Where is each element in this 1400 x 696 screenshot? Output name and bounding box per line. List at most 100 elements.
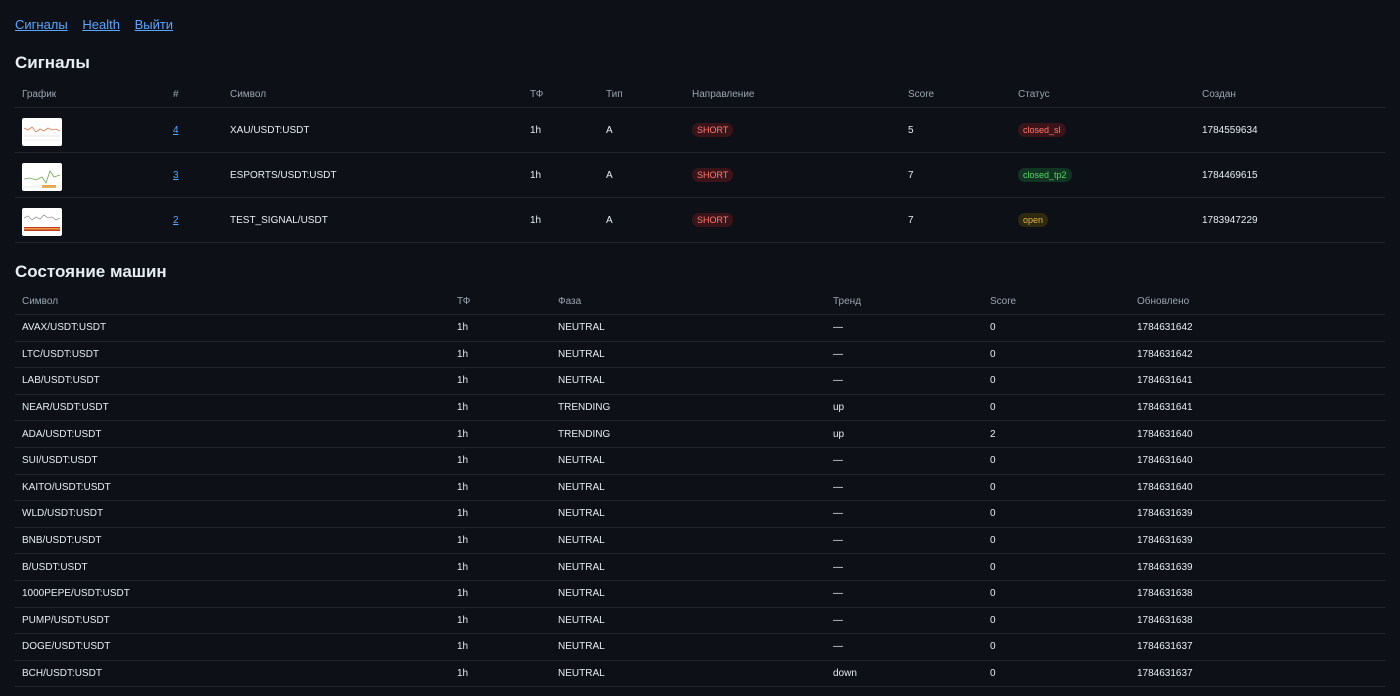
state-updated: 1784631637 [1130,633,1385,661]
state-updated: 1784631638 [1130,607,1385,635]
state-phase: NEUTRAL [551,633,826,661]
state-row: BNB/USDT:USDT 1h NEUTRAL —0 1784631639 [15,527,1385,555]
signal-id-link[interactable]: 2 [173,215,179,226]
signal-score: 7 [901,197,1011,243]
signal-tf: 1h [523,152,599,198]
state-updated: 1784631641 [1130,367,1385,395]
state-score: 0 [983,474,1130,502]
signal-score: 7 [901,152,1011,198]
state-trend: — [826,474,983,502]
chart-thumbnail-image [23,125,61,140]
state-updated: 1784631638 [1130,580,1385,608]
machines-state-table: Символ ТФ Фаза Тренд Score Обновлено AVA… [15,285,1385,688]
state-updated: 1784631640 [1130,447,1385,475]
col-chart: График [15,76,166,108]
state-updated: 1784631639 [1130,500,1385,528]
nav-link-signals[interactable]: Сигналы [15,17,68,32]
direction-badge: SHORT [692,123,734,137]
chart-thumbnail-image [23,169,61,188]
signal-row: 2 TEST_SIGNAL/USDT 1h A SHORT 7 open 178… [15,197,1385,243]
state-tf: 1h [450,633,551,661]
state-symbol: LAB/USDT:USDT [15,367,450,395]
signal-id-link[interactable]: 3 [173,170,179,181]
state-score: 0 [983,367,1130,395]
state-symbol: 1000PEPE/USDT:USDT [15,580,450,608]
signals-table: График # Символ ТФ Тип Направление Score… [15,76,1385,243]
state-tf: 1h [450,553,551,581]
state-updated: 1784631639 [1130,527,1385,555]
signal-type: A [599,152,685,198]
col-type: Тип [599,76,685,108]
state-symbol: BCH/USDT:USDT [15,660,450,688]
state-tf: 1h [450,527,551,555]
signal-score: 5 [901,107,1011,153]
signal-id-link[interactable]: 4 [173,125,179,136]
state-row: DOGE/USDT:USDT 1h NEUTRAL —0 1784631637 [15,633,1385,661]
state-score: 0 [983,607,1130,635]
state-score: 0 [983,500,1130,528]
state-row: KAITO/USDT:USDT 1h NEUTRAL —0 1784631640 [15,474,1385,502]
state-score: 0 [983,660,1130,688]
state-phase: NEUTRAL [551,553,826,581]
state-row: PUMP/USDT:USDT 1h NEUTRAL —0 1784631638 [15,607,1385,635]
col-updated: Обновлено [1130,285,1385,315]
state-trend: — [826,447,983,475]
signal-created: 1784559634 [1195,107,1385,153]
state-trend: up [826,420,983,448]
direction-badge: SHORT [692,213,734,227]
col-tf: ТФ [523,76,599,108]
state-tf: 1h [450,314,551,342]
state-trend: — [826,500,983,528]
state-phase: NEUTRAL [551,607,826,635]
state-trend: — [826,633,983,661]
state-updated: 1784631642 [1130,341,1385,369]
state-symbol: PUMP/USDT:USDT [15,607,450,635]
chart-thumbnail[interactable] [22,207,62,236]
state-score: 0 [983,527,1130,555]
state-phase: NEUTRAL [551,500,826,528]
chart-thumbnail[interactable] [22,162,62,191]
signal-created: 1784469615 [1195,152,1385,198]
state-updated: 1784631642 [1130,314,1385,342]
state-trend: up [826,394,983,422]
state-updated: 1784631637 [1130,660,1385,688]
state-score: 0 [983,314,1130,342]
state-tf: 1h [450,447,551,475]
col-direction: Направление [685,76,901,108]
state-trend: — [826,527,983,555]
chart-thumbnail-image [23,213,61,231]
col-id: # [166,76,223,108]
state-phase: NEUTRAL [551,314,826,342]
state-row: BCH/USDT:USDT 1h NEUTRAL down 0 1784631637 [15,660,1385,688]
state-row: AVAX/USDT:USDT 1h NEUTRAL —0 1784631642 [15,314,1385,342]
signal-symbol: ESPORTS/USDT:USDT [223,152,523,198]
state-trend: — [826,314,983,342]
col-phase: Фаза [551,285,826,315]
state-symbol: WLD/USDT:USDT [15,500,450,528]
state-symbol: BNB/USDT:USDT [15,527,450,555]
state-tf: 1h [450,580,551,608]
state-header-row: Символ ТФ Фаза Тренд Score Обновлено [15,285,1385,315]
state-trend: down [826,660,983,688]
state-score: 0 [983,341,1130,369]
chart-thumbnail[interactable] [22,117,62,146]
state-symbol: NEAR/USDT:USDT [15,394,450,422]
state-trend: — [826,553,983,581]
state-phase: NEUTRAL [551,367,826,395]
state-tf: 1h [450,474,551,502]
col-tf: ТФ [450,285,551,315]
state-trend: — [826,580,983,608]
state-phase: NEUTRAL [551,580,826,608]
signals-header-row: График # Символ ТФ Тип Направление Score… [15,76,1385,108]
state-row: NEAR/USDT:USDT 1h TRENDING up 0 1784631641 [15,394,1385,422]
state-tf: 1h [450,500,551,528]
col-symbol: Символ [15,285,450,315]
state-tf: 1h [450,394,551,422]
state-tf: 1h [450,660,551,688]
col-created: Создан [1195,76,1385,108]
state-score: 0 [983,580,1130,608]
nav-link-logout[interactable]: Выйти [135,17,174,32]
state-updated: 1784631640 [1130,474,1385,502]
signal-symbol: XAU/USDT:USDT [223,107,523,153]
nav-link-health[interactable]: Health [82,17,120,32]
